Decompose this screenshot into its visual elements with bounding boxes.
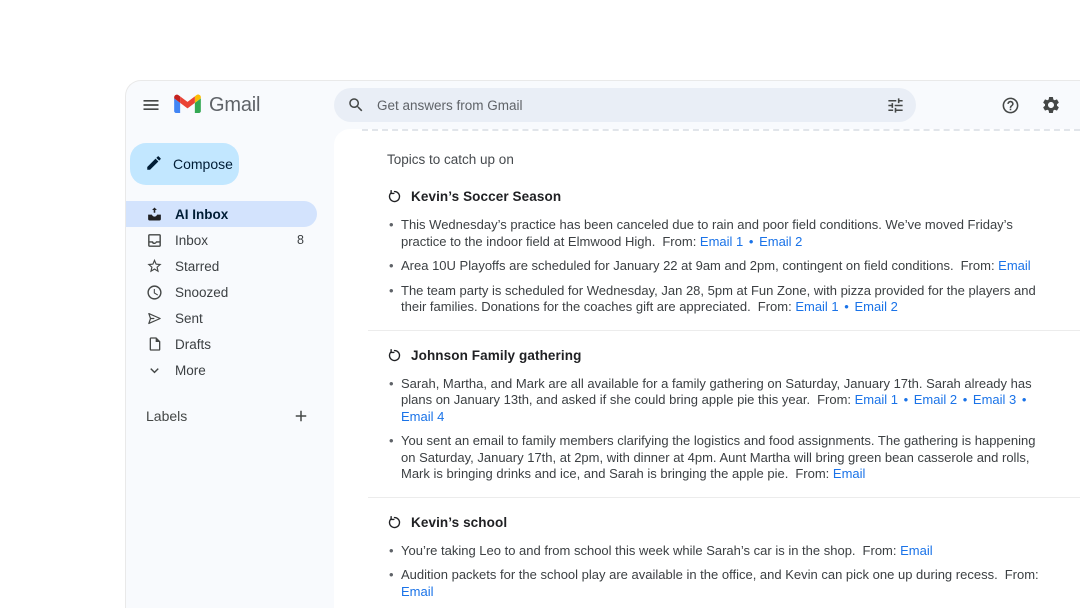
bullet-text: Area 10U Playoffs are scheduled for Janu… xyxy=(401,258,954,273)
main-menu-button[interactable] xyxy=(141,95,161,115)
clock-icon xyxy=(146,284,163,301)
topic-bullet: The team party is scheduled for Wednesda… xyxy=(387,283,1046,316)
from-label: From: xyxy=(817,392,855,407)
labels-row: Labels xyxy=(126,400,317,432)
email-link[interactable]: Email xyxy=(833,466,866,481)
topic-bullet: You sent an email to family members clar… xyxy=(387,433,1046,483)
topic-title: Kevin’s Soccer Season xyxy=(411,189,561,204)
unread-count-badge: 8 xyxy=(297,233,304,247)
topics-list: Kevin’s Soccer Season This Wednesday’s p… xyxy=(368,179,1046,608)
email-link[interactable]: Email 2 xyxy=(759,234,802,249)
from-label: From: xyxy=(961,258,999,273)
help-button[interactable] xyxy=(1001,96,1020,115)
link-separator: • xyxy=(841,299,853,314)
settings-button[interactable] xyxy=(1041,95,1061,115)
sidebar-item-drafts[interactable]: Drafts xyxy=(126,331,317,357)
search-options-button[interactable] xyxy=(886,96,905,115)
inbox-icon xyxy=(146,232,163,249)
email-link[interactable]: Email xyxy=(401,584,434,599)
labels-header: Labels xyxy=(146,408,187,424)
topbar: Gmail xyxy=(126,81,1080,129)
sidebar-item-label: Snoozed xyxy=(175,285,228,300)
link-separator: • xyxy=(745,234,757,249)
sidebar-item-more[interactable]: More xyxy=(126,357,317,383)
hamburger-icon xyxy=(141,95,161,115)
star-icon xyxy=(146,258,163,275)
compose-button[interactable]: Compose xyxy=(130,143,239,185)
create-label-button[interactable] xyxy=(292,407,310,425)
gmail-window: Gmail xyxy=(125,80,1080,608)
sidebar-item-label: More xyxy=(175,363,206,378)
sidebar-item-snoozed[interactable]: Snoozed xyxy=(126,279,317,305)
pencil-icon xyxy=(145,154,163,175)
bullet-text: You sent an email to family members clar… xyxy=(401,433,1035,481)
email-link[interactable]: Email 4 xyxy=(401,409,444,424)
topic-bullet: Audition packets for the school play are… xyxy=(387,567,1046,600)
email-link[interactable]: Email 1 xyxy=(855,392,898,407)
main-panel: Topics to catch up on Kevin’s Soccer Sea… xyxy=(334,129,1080,608)
from-label: From: xyxy=(795,466,833,481)
topic-section: Johnson Family gathering Sarah, Martha, … xyxy=(368,330,1080,497)
refresh-icon xyxy=(387,189,402,204)
topic-section: Kevin’s Soccer Season This Wednesday’s p… xyxy=(368,179,1080,330)
sidebar-item-inbox[interactable]: Inbox 8 xyxy=(126,227,317,253)
from-label: From: xyxy=(758,299,796,314)
topic-bullet: Area 10U Playoffs are scheduled for Janu… xyxy=(387,258,1046,275)
sidebar-nav: AI Inbox Inbox 8 Starred Snoozed Sent Dr… xyxy=(126,201,334,383)
help-icon xyxy=(1001,96,1020,115)
sidebar-item-label: Drafts xyxy=(175,337,211,352)
gmail-logo: Gmail xyxy=(174,93,260,118)
send-icon xyxy=(146,310,163,327)
sidebar-item-starred[interactable]: Starred xyxy=(126,253,317,279)
topic-title: Johnson Family gathering xyxy=(411,348,581,363)
sidebar-item-label: Sent xyxy=(175,311,203,326)
section-title: Topics to catch up on xyxy=(368,152,1046,167)
link-separator: • xyxy=(1018,392,1026,407)
bullet-text: You’re taking Leo to and from school thi… xyxy=(401,543,856,558)
topic-bullet: This Wednesday’s practice has been cance… xyxy=(387,217,1046,250)
gmail-m-icon xyxy=(174,93,201,118)
email-link[interactable]: Email 2 xyxy=(854,299,897,314)
from-label: From: xyxy=(863,543,901,558)
link-separator: • xyxy=(900,392,912,407)
search-icon xyxy=(347,96,365,114)
ai-inbox-icon xyxy=(146,206,163,223)
app-title: Gmail xyxy=(209,94,260,117)
from-label: From: xyxy=(1005,567,1039,582)
topbar-right xyxy=(1001,95,1080,115)
draft-icon xyxy=(146,336,163,353)
sidebar-item-sent[interactable]: Sent xyxy=(126,305,317,331)
refresh-icon xyxy=(387,515,402,530)
search-bar[interactable] xyxy=(334,88,916,122)
tune-icon xyxy=(886,96,905,115)
sidebar-item-label: Inbox xyxy=(175,233,208,248)
topic-section: Kevin’s school You’re taking Leo to and … xyxy=(368,497,1080,608)
gear-icon xyxy=(1041,95,1061,115)
sidebar: Compose AI Inbox Inbox 8 Starred Snoozed… xyxy=(126,129,334,608)
email-link[interactable]: Email xyxy=(998,258,1031,273)
topic-title: Kevin’s school xyxy=(411,515,507,530)
email-link[interactable]: Email 1 xyxy=(700,234,743,249)
search-input[interactable] xyxy=(375,97,876,114)
topbar-left: Gmail xyxy=(126,93,334,118)
compose-label: Compose xyxy=(173,156,233,172)
sidebar-item-ai-inbox[interactable]: AI Inbox xyxy=(126,201,317,227)
topic-bullet: You’re taking Leo to and from school thi… xyxy=(387,543,1046,560)
chevron-down-icon xyxy=(146,362,163,379)
bullet-text: Audition packets for the school play are… xyxy=(401,567,998,582)
email-link[interactable]: Email 1 xyxy=(795,299,838,314)
sidebar-item-label: AI Inbox xyxy=(175,207,228,222)
email-link[interactable]: Email 2 xyxy=(914,392,957,407)
bullet-text: The team party is scheduled for Wednesda… xyxy=(401,283,1036,315)
sidebar-item-label: Starred xyxy=(175,259,219,274)
topic-bullet: Sarah, Martha, and Mark are all availabl… xyxy=(387,376,1046,426)
link-separator: • xyxy=(959,392,971,407)
from-label: From: xyxy=(662,234,700,249)
plus-icon xyxy=(292,407,310,425)
email-link[interactable]: Email 3 xyxy=(973,392,1016,407)
email-link[interactable]: Email xyxy=(900,543,933,558)
refresh-icon xyxy=(387,348,402,363)
